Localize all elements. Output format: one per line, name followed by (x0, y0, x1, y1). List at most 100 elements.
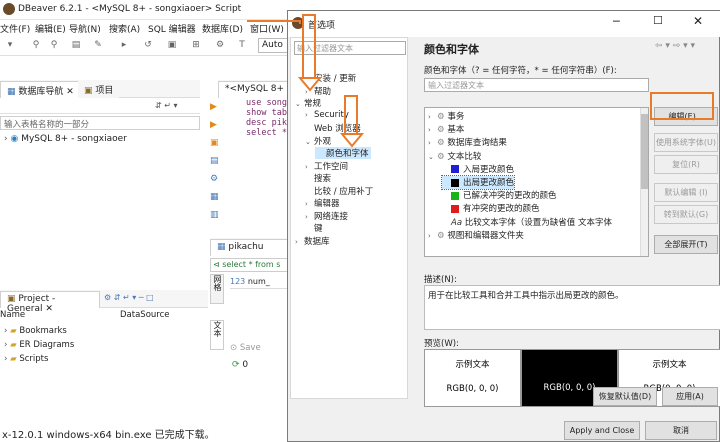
tools-icon[interactable]: ⚙ (214, 39, 226, 51)
color-font-item[interactable]: › ⚙ 事务 (428, 110, 464, 123)
new-connection-icon[interactable]: ▾ (4, 39, 16, 51)
run-icon[interactable]: ▸ (118, 39, 130, 51)
color-font-item[interactable]: 有冲突的更改的颜色 (442, 202, 540, 215)
color-font-item[interactable]: › ⚙ 数据库查询结果 (428, 136, 507, 149)
minimize-icon[interactable]: ─ (613, 15, 620, 28)
chevron-right-icon[interactable]: › (428, 232, 437, 240)
chevron-right-icon[interactable]: › (428, 113, 437, 121)
connect-icon[interactable]: ⚲ (30, 39, 42, 51)
tab-project-label: 项目 (95, 86, 114, 96)
tree-item-label: 比较 / 应用补丁 (314, 186, 374, 197)
nav-tabbar: ▦ 数据库导航 ✕ ▣ 项目 (0, 80, 200, 98)
chevron-right-icon[interactable]: › (428, 126, 437, 134)
save-button[interactable]: ⊙ Save (230, 343, 261, 353)
color-font-item[interactable]: › ⚙ 基本 (428, 123, 464, 136)
menu-sql-editor[interactable]: SQL 编辑器 (148, 22, 196, 35)
colors-fonts-list[interactable]: › ⚙ 事务 › ⚙ 基本 › ⚙ 数据库查询结果 ⌄ ⚙ 文本比较 入局更改颜色 出局更改颜色已… (424, 107, 649, 257)
chevron-right-icon[interactable]: › (428, 139, 437, 147)
chevron-right-icon[interactable]: › (305, 163, 314, 171)
colors-filter-input[interactable]: 输入过滤器文本 (424, 78, 649, 92)
preferences-tree-item[interactable]: ⌄ 外观 (305, 135, 331, 147)
list-scroll-thumb[interactable] (641, 114, 648, 189)
project-config-icon[interactable]: ⚙ ⇵ ↵ ▾ ─ □ (104, 293, 154, 302)
result-grid-tab[interactable]: 网格 (210, 274, 224, 304)
apply-button[interactable]: 应用(A) (662, 387, 718, 406)
tab-database-navigator[interactable]: ▦ 数据库导航 ✕ (0, 81, 81, 98)
color-font-item[interactable]: Aa 比较文本字体（设置为缺省值 文本字体 (442, 216, 612, 229)
project-item[interactable]: › ▰ ER Diagrams (4, 340, 74, 350)
color-font-item[interactable]: 已解决冲突的更改的颜色 (442, 189, 557, 202)
maximize-icon[interactable]: ☐ (653, 14, 663, 27)
side-button[interactable]: 使用系统字体(U) (654, 133, 718, 152)
preferences-tree-item[interactable]: ⌄ 常规 (295, 97, 321, 109)
preferences-tree-item[interactable]: 键 (305, 222, 323, 234)
preferences-tree-item[interactable]: › 数据库 (295, 235, 330, 247)
color-font-item[interactable]: › ⚙ 视图和编辑器文件夹 (428, 229, 524, 242)
close-icon[interactable]: ✕ (693, 14, 703, 28)
collapse-icon[interactable]: ⇵ ↵ ▾ (155, 101, 178, 110)
tab-result-pikachu[interactable]: ▦ pikachu (210, 239, 290, 256)
preferences-tree-item[interactable]: › 编辑器 (305, 197, 340, 209)
menu-database[interactable]: 数据库(D) (202, 22, 243, 35)
tab-sql-script[interactable]: *<MySQL 8+ (218, 81, 290, 98)
side-button[interactable]: 全部展开(T) (654, 235, 718, 254)
window-title: DBeaver 6.2.1 - <MySQL 8+ - songxiaoer> … (18, 4, 242, 14)
menu-file[interactable]: 文件(F) (0, 22, 30, 35)
project-item-label: Bookmarks (19, 326, 67, 336)
chevron-down-icon[interactable]: ⌄ (295, 100, 304, 108)
menu-edit[interactable]: 编辑(E) (35, 22, 66, 35)
restore-defaults-button[interactable]: 恢复默认值(D) (593, 387, 657, 406)
result-tabbar: ▦ pikachu (210, 238, 290, 256)
chevron-down-icon[interactable]: ⌄ (428, 153, 437, 161)
preferences-tree-item[interactable]: › 工作空间 (305, 160, 348, 172)
color-swatch-icon (451, 165, 459, 174)
list-scrollbar[interactable] (640, 108, 648, 256)
tab-project[interactable]: ▣ 项目 (78, 81, 120, 98)
preferences-tree-item[interactable]: 比较 / 应用补丁 (305, 185, 373, 197)
project-col-name: Name (0, 310, 26, 320)
preferences-tree-item[interactable]: 颜色和字体 (315, 147, 371, 159)
preferences-tree-item[interactable]: › Security (305, 110, 349, 120)
menu-search[interactable]: 搜索(A) (109, 22, 140, 35)
commit-icon[interactable]: ✎ (92, 39, 104, 51)
project-tabbar: ▣ Project - General ✕ ⚙ ⇵ ↵ ▾ ─ □ (0, 290, 208, 314)
format-icon[interactable]: T (236, 39, 248, 51)
chevron-right-icon[interactable]: › (305, 213, 314, 221)
connection-node[interactable]: › ◉ MySQL 8+ - songxiaoer (4, 134, 127, 144)
sql-editor-icon[interactable]: ▤ (70, 39, 82, 51)
result-column-header[interactable]: 123 num_ (230, 277, 290, 289)
color-font-item[interactable]: 入局更改颜色 (442, 163, 514, 176)
side-button[interactable]: 默认编辑 (I) (654, 183, 718, 202)
chevron-down-icon[interactable]: ⌄ (305, 138, 314, 146)
chevron-right-icon[interactable]: › (295, 238, 304, 246)
transaction-icon[interactable]: ▣ (166, 39, 178, 51)
dbeaver-titlebar: DBeaver 6.2.1 - <MySQL 8+ - songxiaoer> … (0, 0, 290, 20)
color-font-item[interactable]: 出局更改颜色 (440, 175, 516, 190)
result-text-tab[interactable]: 文本 (210, 320, 224, 350)
chevron-right-icon[interactable]: › (305, 200, 314, 208)
transaction-mode-combo[interactable]: Auto (258, 38, 290, 53)
category-icon: ⚙ (437, 230, 448, 241)
apply-and-close-button[interactable]: Apply and Close (564, 421, 640, 440)
tab-project-general[interactable]: ▣ Project - General ✕ (0, 291, 100, 314)
project-item[interactable]: › ▰ Scripts (4, 354, 48, 364)
transaction-mode-value: Auto (262, 40, 283, 50)
preferences-tree-item[interactable]: 搜索 (305, 172, 331, 184)
cancel-button[interactable]: 取消 (645, 421, 717, 440)
disconnect-icon[interactable]: ⚲ (48, 39, 60, 51)
color-font-item[interactable]: ⌄ ⚙ 文本比较 (428, 150, 481, 163)
project-item[interactable]: › ▰ Bookmarks (4, 326, 67, 336)
result-query-filter[interactable]: ⊲ select * from s (210, 258, 290, 272)
database-navigator-panel: ▦ 数据库导航 ✕ ▣ 项目 ⇵ ↵ ▾ 输入表格名称的一部分 › ◉ MySQ… (0, 80, 200, 285)
history-icon[interactable]: ⊞ (190, 39, 202, 51)
menu-navigate[interactable]: 导航(N) (69, 22, 101, 35)
rollback-icon[interactable]: ↺ (142, 39, 154, 51)
nav-filter-input[interactable]: 输入表格名称的一部分 (0, 116, 200, 130)
side-button[interactable]: 转到默认(G) (654, 205, 718, 224)
preferences-tree-item[interactable]: › 网络连接 (305, 210, 348, 222)
sql-text[interactable]: use song show tab desc pik select * (246, 98, 290, 138)
side-button[interactable]: 复位(R) (654, 155, 718, 174)
chevron-right-icon[interactable]: › (305, 111, 314, 119)
editor-tabbar: *<MySQL 8+ (218, 80, 290, 98)
nav-arrows-icon[interactable]: ⇦ ▾ ⇨ ▾ ▾ (655, 41, 695, 51)
